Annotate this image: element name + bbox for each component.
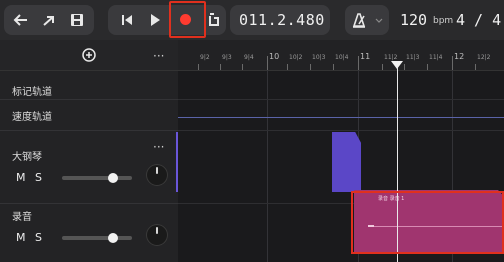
lane-divider [178, 130, 504, 131]
volume-slider[interactable] [62, 176, 132, 180]
save-icon [71, 14, 83, 26]
ruler-label: 11|2 [384, 54, 398, 61]
ruler-tick [452, 56, 453, 70]
tempo-track-label: 速度轨道 [12, 112, 52, 123]
ruler-tick [427, 64, 428, 70]
marker-track-label: 标记轨道 [12, 87, 52, 98]
more-menu-icon[interactable]: ··· [153, 49, 164, 63]
track-menu-icon[interactable]: ··· [153, 140, 164, 154]
track-header-toolbar: ··· [0, 40, 178, 71]
ruler-tick [198, 64, 199, 70]
loop-button[interactable] [199, 5, 229, 35]
ruler-label: 11|3 [406, 54, 420, 61]
ruler-label: 9|2 [200, 54, 210, 61]
recording-clip-highlight [351, 191, 504, 254]
pan-knob[interactable] [146, 224, 168, 246]
divider [0, 130, 178, 131]
ruler-tick [267, 56, 268, 70]
ruler-label: 11|4 [429, 54, 443, 61]
ruler-tick [404, 64, 405, 70]
pan-knob[interactable] [146, 164, 168, 186]
ruler-label: 10|3 [312, 54, 326, 61]
piano-midi-clip[interactable] [332, 132, 361, 192]
ruler-label: 12 [454, 52, 465, 61]
volume-slider-thumb[interactable] [108, 233, 118, 243]
mute-button[interactable]: M [16, 171, 26, 184]
undo-icon [13, 14, 27, 26]
track-name-recording[interactable]: 录音 [12, 208, 32, 223]
ruler-tick [358, 56, 359, 70]
volume-slider-thumb[interactable] [108, 173, 118, 183]
play-button[interactable] [140, 5, 170, 35]
rewind-button[interactable] [112, 5, 142, 35]
tempo-unit: bpm [433, 16, 454, 26]
volume-slider[interactable] [62, 236, 132, 240]
loop-icon [209, 13, 219, 26]
ruler-label: 9|3 [222, 54, 232, 61]
ruler-tick [242, 64, 243, 70]
divider [0, 99, 178, 100]
undo-button[interactable] [6, 5, 36, 35]
solo-button[interactable]: S [35, 171, 42, 184]
plus-circle-icon[interactable] [82, 48, 96, 62]
divider [0, 203, 178, 204]
timeline-ruler[interactable]: 9|2 9|3 9|4 10 10|2 10|3 10|4 11 11|2 11… [178, 40, 504, 71]
tempo-automation-line[interactable] [178, 117, 504, 118]
redo-button[interactable] [34, 5, 64, 35]
ruler-label: 10|2 [289, 54, 303, 61]
save-button[interactable] [62, 5, 92, 35]
metronome-icon [352, 13, 366, 28]
redo-icon [43, 16, 54, 26]
ruler-tick [333, 64, 334, 70]
play-icon [151, 14, 160, 26]
ruler-tick [382, 64, 383, 70]
ruler-label: 10 [269, 52, 280, 61]
ruler-tick [287, 64, 288, 70]
lane-divider [178, 99, 504, 100]
ruler-tick [310, 64, 311, 70]
ruler-label: 11 [360, 52, 371, 61]
chevron-down-icon [375, 18, 383, 23]
mute-button[interactable]: M [16, 231, 26, 244]
tempo-value[interactable]: 120 [400, 11, 427, 29]
skip-back-icon [122, 15, 132, 25]
ruler-label: 12|2 [477, 54, 491, 61]
toolbar: 011.2.480 120 bpm 4 / 4 [0, 0, 504, 40]
track-name-piano[interactable]: 大钢琴 [12, 148, 42, 163]
ruler-tick [475, 64, 476, 70]
playhead-marker[interactable] [391, 61, 403, 69]
ruler-label: 9|4 [244, 54, 254, 61]
ruler-label: 10|4 [335, 54, 349, 61]
track-header-panel: ··· 标记轨道 速度轨道 大钢琴 ··· M S 录音 M S [0, 40, 178, 262]
time-position: 011.2.480 [239, 11, 325, 29]
ruler-tick [220, 64, 221, 70]
time-signature[interactable]: 4 / 4 [456, 11, 501, 29]
solo-button[interactable]: S [35, 231, 42, 244]
metronome-group[interactable] [345, 5, 389, 35]
